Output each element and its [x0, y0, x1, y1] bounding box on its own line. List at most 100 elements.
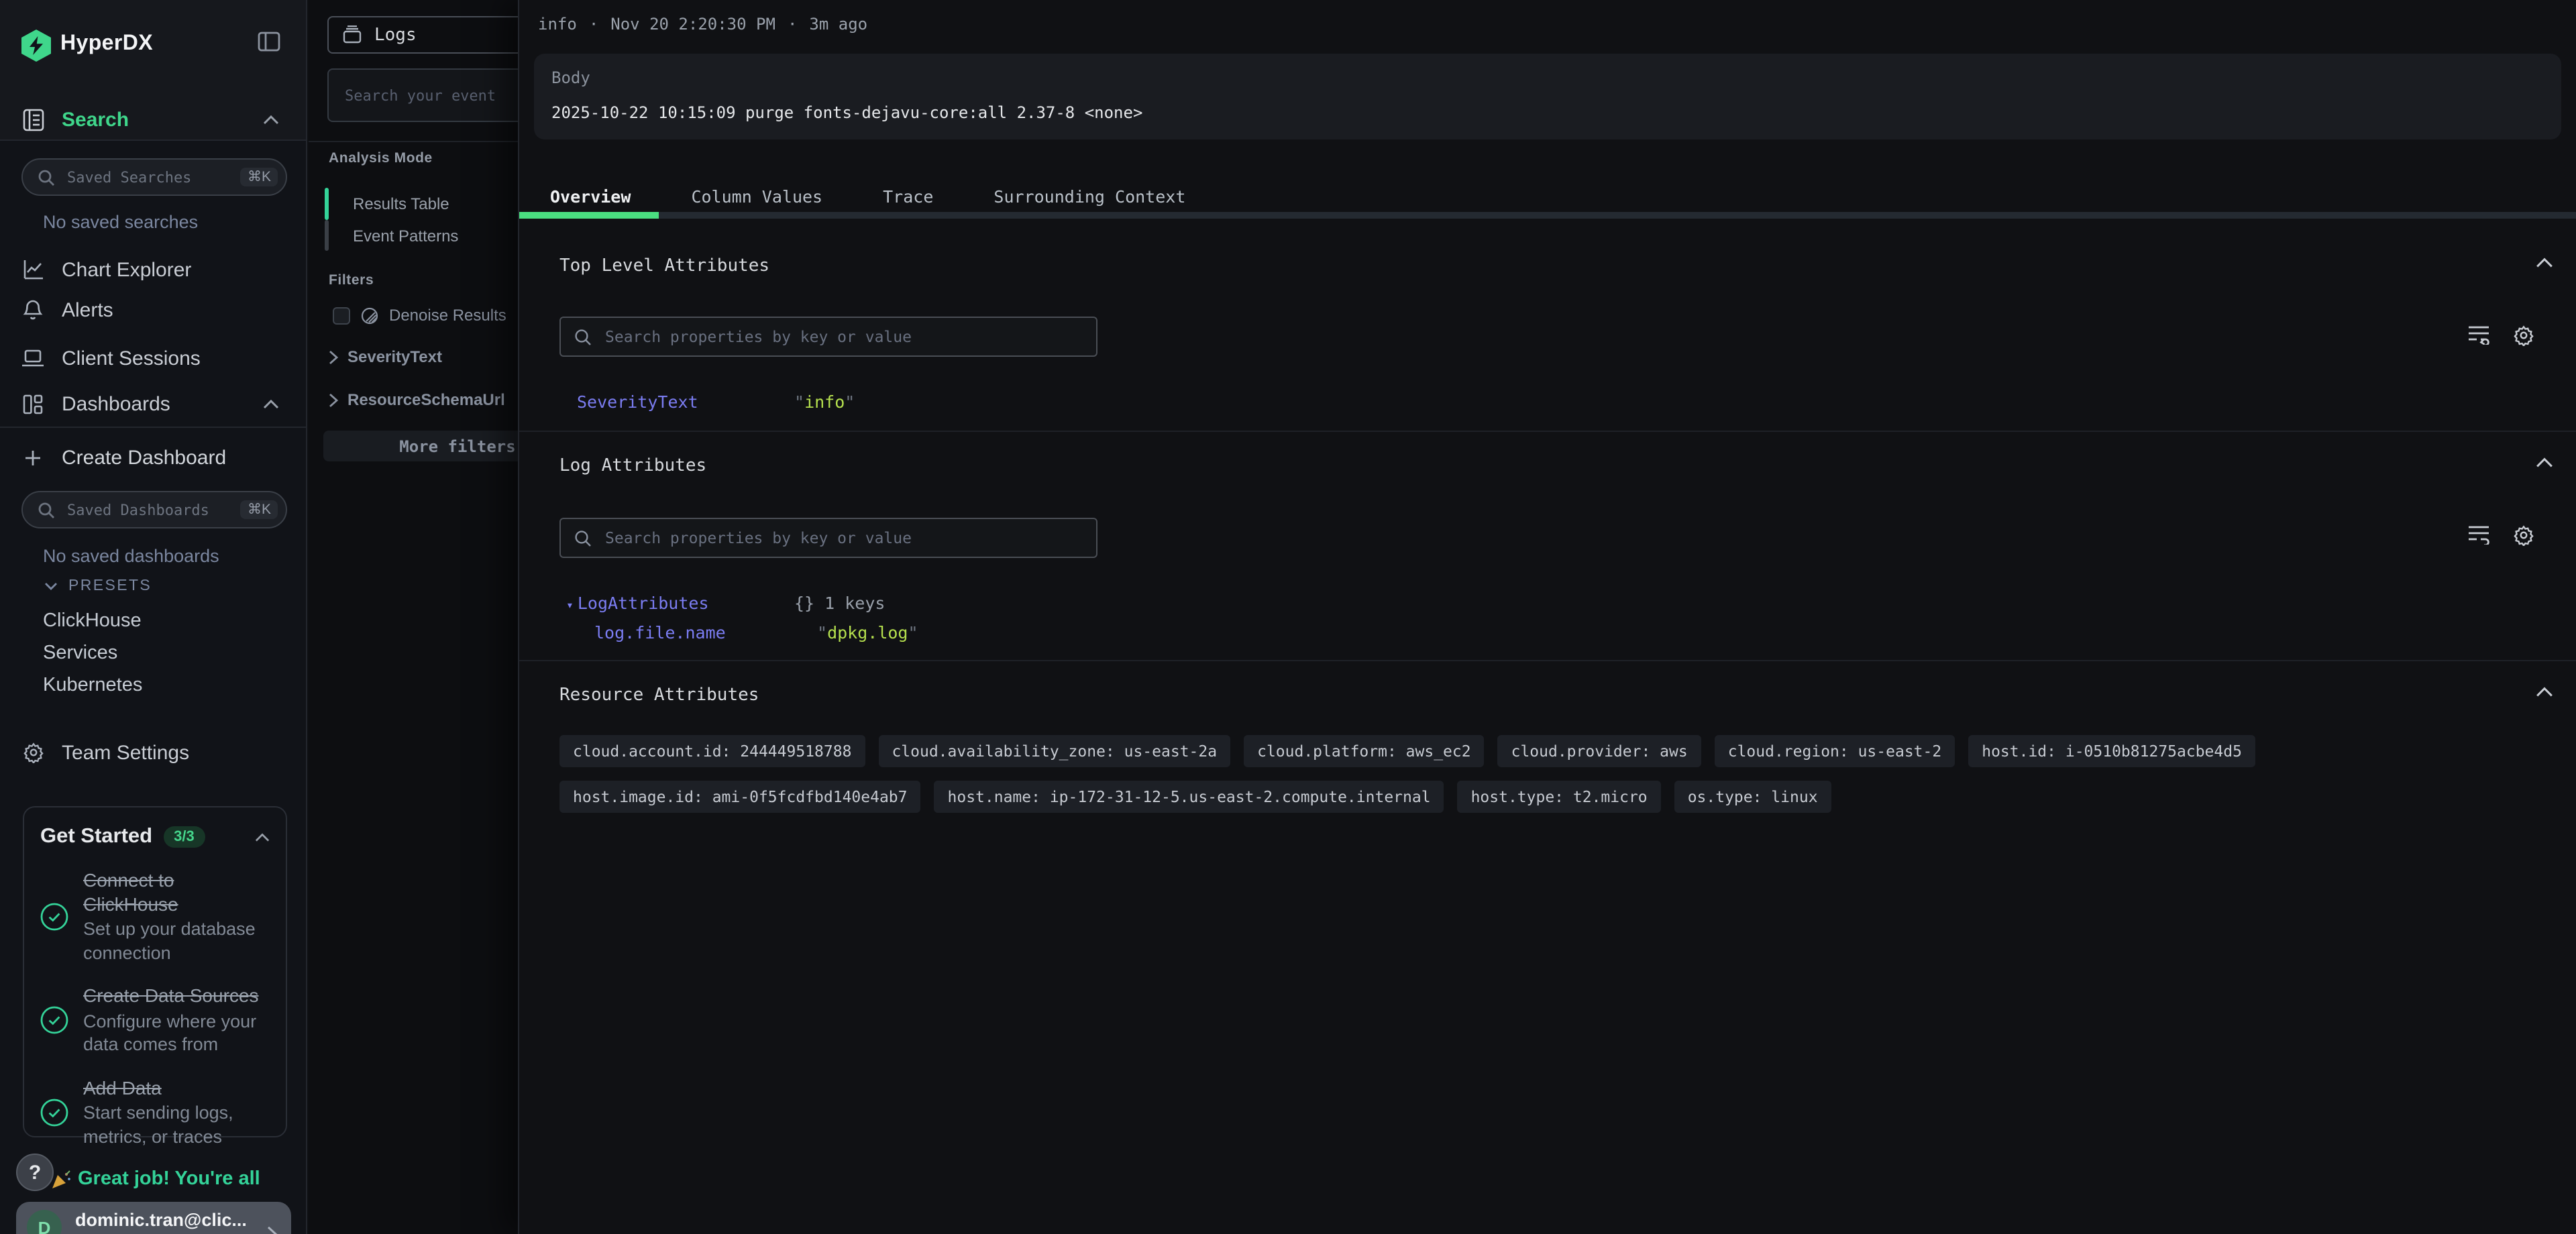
log-attributes-search-box[interactable]: [559, 518, 1097, 558]
resource-tag[interactable]: host.name: ip-172-31-12-5.us-east-2.comp…: [934, 781, 1444, 813]
preset-services[interactable]: Services: [43, 642, 117, 664]
sidebar-item-chart-explorer[interactable]: Chart Explorer: [0, 252, 306, 287]
get-started-item-title: Create Data Sources: [83, 985, 264, 1008]
sidebar-item-label: Client Sessions: [62, 347, 201, 370]
search-icon: [38, 501, 55, 518]
top-level-search-box[interactable]: [559, 317, 1097, 357]
more-filters-button[interactable]: More filters: [323, 431, 518, 461]
resource-tag[interactable]: host.id: i-0510b81275acbe4d5: [1968, 735, 2255, 767]
chevron-up-icon[interactable]: [263, 399, 279, 408]
preset-kubernetes[interactable]: Kubernetes: [43, 675, 142, 696]
tab-surrounding-context[interactable]: Surrounding Context: [994, 186, 1185, 207]
preset-clickhouse[interactable]: ClickHouse: [43, 610, 142, 632]
resource-tag[interactable]: host.image.id: ami-0f5fcdfbd140e4ab7: [559, 781, 921, 813]
log-timestamp: Nov 20 2:20:30 PM: [610, 15, 775, 34]
shortcut-badge: ⌘K: [241, 168, 278, 187]
gear-icon: [21, 742, 44, 763]
shortcut-badge: ⌘K: [241, 500, 278, 520]
chevron-up-icon[interactable]: [263, 115, 279, 124]
saved-searches-input[interactable]: [64, 167, 231, 187]
mode-results-table[interactable]: Results Table: [353, 194, 449, 213]
attribute-value[interactable]: info: [794, 392, 855, 412]
event-search-box[interactable]: [327, 68, 518, 122]
sidebar-item-label: Dashboards: [62, 392, 170, 415]
sidebar-item-label: Chart Explorer: [62, 258, 191, 281]
chevron-up-icon[interactable]: [2536, 457, 2553, 468]
logs-source-icon: [342, 25, 362, 44]
get-started-item-add-data[interactable]: Add Data Start sending logs, metrics, or…: [40, 1076, 270, 1148]
search-config-panel: Logs Analysis Mode Results Table Event P…: [309, 0, 518, 1234]
denoise-icon: [361, 306, 378, 324]
severity-level: info: [538, 15, 577, 34]
tab-trace[interactable]: Trace: [883, 186, 933, 207]
separator: ·: [788, 15, 797, 34]
get-started-item-desc: Start sending logs, metrics, or traces: [83, 1101, 270, 1148]
wrap-lines-icon[interactable]: [2467, 524, 2490, 546]
presets-header[interactable]: PRESETS: [44, 578, 152, 594]
chevron-up-icon[interactable]: [2536, 258, 2553, 268]
saved-dashboards-input[interactable]: [64, 500, 231, 520]
detail-tabs: Overview Column Values Trace Surrounding…: [550, 186, 1185, 207]
get-started-title: Get Started: [40, 825, 152, 849]
wrap-lines-icon[interactable]: [2467, 325, 2490, 346]
resource-tag[interactable]: os.type: linux: [1674, 781, 1831, 813]
attribute-tree-root[interactable]: ▾LogAttributes: [566, 593, 709, 613]
log-header: info · Nov 20 2:20:30 PM · 3m ago: [538, 15, 867, 34]
sidebar-collapse-icon[interactable]: [258, 31, 280, 52]
divider: [0, 427, 306, 428]
resource-tag[interactable]: cloud.availability_zone: us-east-2a: [878, 735, 1230, 767]
party-icon: [51, 1169, 71, 1189]
tab-column-values[interactable]: Column Values: [691, 186, 822, 207]
sidebar-item-alerts[interactable]: Alerts: [0, 292, 306, 327]
sidebar-item-search[interactable]: Search: [0, 102, 306, 137]
checkbox-icon[interactable]: [333, 306, 350, 324]
top-level-attributes-title: Top Level Attributes: [559, 256, 769, 276]
chevron-right-icon: [329, 349, 338, 364]
create-dashboard-button[interactable]: Create Dashboard: [0, 440, 306, 475]
sidebar-item-team-settings[interactable]: Team Settings: [0, 735, 306, 770]
chevron-up-icon[interactable]: [2536, 687, 2553, 697]
bell-icon: [21, 299, 44, 321]
top-level-search-input[interactable]: [602, 326, 1083, 347]
saved-dashboards-search[interactable]: ⌘K: [21, 491, 287, 528]
source-select[interactable]: Logs: [327, 16, 518, 54]
sidebar-item-client-sessions[interactable]: Client Sessions: [0, 341, 306, 376]
chevron-up-icon[interactable]: [255, 832, 270, 842]
attribute-key: LogAttributes: [578, 593, 709, 613]
help-button[interactable]: ?: [16, 1154, 54, 1191]
gear-icon[interactable]: [2513, 524, 2534, 546]
presets-label: PRESETS: [68, 578, 152, 594]
event-search-input[interactable]: [342, 70, 518, 121]
user-name: dominic.tran@clic...: [75, 1210, 247, 1230]
filter-group-resourceschemaurl[interactable]: ResourceSchemaUrl: [329, 390, 505, 409]
separator: ·: [589, 15, 598, 34]
get-started-item-datasources[interactable]: Create Data Sources Configure where your…: [40, 985, 270, 1056]
resource-tag[interactable]: cloud.region: us-east-2: [1715, 735, 1955, 767]
denoise-results-toggle[interactable]: Denoise Results: [333, 306, 506, 325]
user-menu[interactable]: D dominic.tran@clic... dominic.tran@clic…: [16, 1202, 291, 1234]
tab-overview[interactable]: Overview: [550, 186, 631, 207]
get-started-header[interactable]: Get Started 3/3: [40, 825, 270, 849]
get-started-item-connect[interactable]: Connect to ClickHouse Set up your databa…: [40, 869, 270, 964]
log-attributes-title: Log Attributes: [559, 456, 706, 476]
gear-icon[interactable]: [2513, 325, 2534, 346]
attribute-key[interactable]: log.file.name: [594, 622, 726, 642]
search-icon: [574, 328, 592, 345]
chevron-right-icon: [329, 392, 338, 407]
divider: [309, 141, 518, 142]
divider: [519, 660, 2576, 661]
resource-tag[interactable]: cloud.account.id: 244449518788: [559, 735, 865, 767]
analysis-mode-label: Analysis Mode: [329, 150, 433, 166]
success-toast: Great job! You're all: [51, 1168, 260, 1190]
log-attributes-search-input[interactable]: [602, 527, 1083, 549]
saved-searches-search[interactable]: ⌘K: [21, 158, 287, 196]
filter-group-severitytext[interactable]: SeverityText: [329, 347, 442, 366]
resource-tag[interactable]: cloud.provider: aws: [1498, 735, 1701, 767]
check-circle-icon: [40, 1099, 68, 1127]
attribute-key[interactable]: SeverityText: [577, 392, 698, 412]
mode-event-patterns[interactable]: Event Patterns: [353, 227, 458, 245]
resource-tag[interactable]: host.type: t2.micro: [1458, 781, 1661, 813]
resource-tag[interactable]: cloud.platform: aws_ec2: [1244, 735, 1485, 767]
sidebar-item-dashboards[interactable]: Dashboards: [0, 386, 306, 421]
attribute-value[interactable]: dpkg.log: [817, 622, 918, 642]
